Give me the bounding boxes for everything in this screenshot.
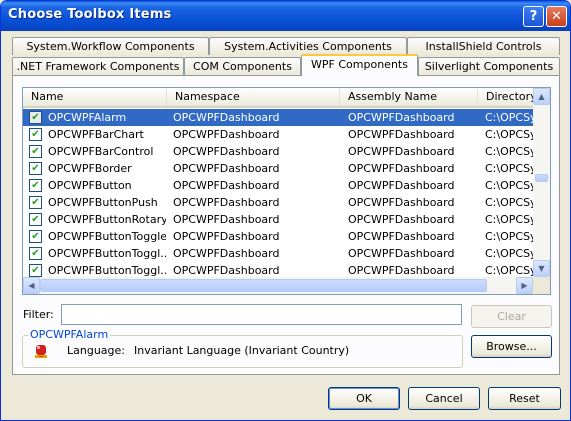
- title-bar[interactable]: Choose Toolbox Items ? ✕: [1, 1, 570, 31]
- component-directory: C:\OPCSy: [485, 196, 533, 209]
- help-button[interactable]: ?: [523, 6, 544, 27]
- tab-com-components[interactable]: COM Components: [184, 57, 301, 75]
- component-namespace: OPCWPFDashboard: [173, 111, 280, 124]
- component-assembly: OPCWPFDashboard: [348, 128, 455, 141]
- component-directory: C:\OPCSy: [485, 162, 533, 175]
- table-row[interactable]: ✔ OPCWPFButtonToggl... OPCWPFDashboard OPCW…: [23, 245, 533, 262]
- language-label: Language:: [67, 344, 125, 357]
- component-directory: C:\OPCSy: [485, 230, 533, 243]
- component-directory: C:\OPCSy: [485, 128, 533, 141]
- row-checkbox[interactable]: ✔: [29, 162, 42, 175]
- horizontal-scroll-thumb[interactable]: [40, 279, 487, 292]
- component-namespace: OPCWPFDashboard: [173, 213, 280, 226]
- component-namespace: OPCWPFDashboard: [173, 247, 280, 260]
- scroll-corner: [533, 277, 550, 294]
- ok-button[interactable]: OK: [328, 387, 400, 410]
- component-name: OPCWPFButtonRotary: [48, 213, 166, 226]
- tab-system-activities[interactable]: System.Activities Components: [209, 37, 407, 55]
- filter-input[interactable]: [61, 304, 462, 325]
- column-header-namespace[interactable]: Namespace: [167, 88, 340, 106]
- row-checkbox[interactable]: ✔: [29, 196, 42, 209]
- table-row[interactable]: ✔ OPCWPFBorder OPCWPFDashboard OPCWPFDashbo…: [23, 160, 533, 177]
- browse-button[interactable]: Browse...: [471, 335, 552, 358]
- component-assembly: OPCWPFDashboard: [348, 162, 455, 175]
- tab-system-workflow[interactable]: System.Workflow Components: [12, 37, 209, 55]
- component-namespace: OPCWPFDashboard: [173, 145, 280, 158]
- component-namespace: OPCWPFDashboard: [173, 179, 280, 192]
- components-list[interactable]: Name Namespace Assembly Name Directory ✔…: [22, 87, 551, 295]
- scroll-down-icon[interactable]: ▼: [533, 260, 550, 277]
- table-row[interactable]: ✔ OPCWPFButtonRotary OPCWPFDashboard OPCWPF…: [23, 211, 533, 228]
- window-title: Choose Toolbox Items: [8, 7, 172, 22]
- component-assembly: OPCWPFDashboard: [348, 247, 455, 260]
- vertical-scrollbar[interactable]: ▲ ▼: [533, 88, 550, 277]
- component-name: OPCWPFButtonToggl...: [48, 247, 166, 260]
- component-assembly: OPCWPFDashboard: [348, 196, 455, 209]
- row-checkbox[interactable]: ✔: [29, 264, 42, 277]
- alarm-icon: [35, 345, 47, 358]
- component-assembly: OPCWPFDashboard: [348, 111, 455, 124]
- row-checkbox[interactable]: ✔: [29, 179, 42, 192]
- component-assembly: OPCWPFDashboard: [348, 213, 455, 226]
- details-title: OPCWPFAlarm: [28, 328, 111, 341]
- table-row[interactable]: ✔ OPCWPFButtonPush OPCWPFDashboard OPCWPFDa…: [23, 194, 533, 211]
- clear-button[interactable]: Clear: [471, 305, 552, 328]
- cancel-button[interactable]: Cancel: [408, 387, 480, 410]
- language-value: Invariant Language (Invariant Country): [134, 344, 350, 357]
- component-directory: C:\OPCSy: [485, 247, 533, 260]
- component-name: OPCWPFButton: [48, 179, 132, 192]
- component-name: OPCWPFButtonPush: [48, 196, 158, 209]
- row-checkbox[interactable]: ✔: [29, 247, 42, 260]
- reset-button[interactable]: Reset: [488, 387, 561, 410]
- row-checkbox[interactable]: ✔: [29, 145, 42, 158]
- component-name: OPCWPFButtonToggle1: [48, 230, 166, 243]
- component-namespace: OPCWPFDashboard: [173, 128, 280, 141]
- component-assembly: OPCWPFDashboard: [348, 179, 455, 192]
- component-namespace: OPCWPFDashboard: [173, 162, 280, 175]
- scroll-left-icon[interactable]: ◀: [23, 277, 40, 294]
- component-namespace: OPCWPFDashboard: [173, 230, 280, 243]
- component-directory: C:\OPCSy: [485, 213, 533, 226]
- scroll-right-icon[interactable]: ▶: [516, 277, 533, 294]
- row-checkbox[interactable]: ✔: [29, 128, 42, 141]
- component-name: OPCWPFBarChart: [48, 128, 144, 141]
- column-header-assembly[interactable]: Assembly Name: [340, 88, 478, 106]
- component-name: OPCWPFAlarm: [48, 111, 127, 124]
- row-checkbox[interactable]: ✔: [29, 230, 42, 243]
- table-row[interactable]: ✔ OPCWPFBarControl OPCWPFDashboard OPCWPFDa…: [23, 143, 533, 160]
- component-directory: C:\OPCSy: [485, 111, 533, 124]
- component-namespace: OPCWPFDashboard: [173, 196, 280, 209]
- component-directory: C:\OPCSy: [485, 145, 533, 158]
- column-header-directory[interactable]: Directory: [478, 88, 538, 106]
- tab-installshield[interactable]: InstallShield Controls: [407, 37, 560, 55]
- table-row[interactable]: ✔ OPCWPFBarChart OPCWPFDashboard OPCWPFDash…: [23, 126, 533, 143]
- row-checkbox[interactable]: ✔: [29, 111, 42, 124]
- filter-label: Filter:: [23, 308, 54, 321]
- scroll-up-icon[interactable]: ▲: [533, 88, 550, 105]
- tab-silverlight[interactable]: Silverlight Components: [418, 57, 560, 75]
- horizontal-scrollbar[interactable]: ◀ ▶: [23, 277, 533, 294]
- component-assembly: OPCWPFDashboard: [348, 230, 455, 243]
- row-checkbox[interactable]: ✔: [29, 213, 42, 226]
- close-button[interactable]: ✕: [546, 6, 567, 27]
- component-name: OPCWPFBarControl: [48, 145, 154, 158]
- tab-wpf-components[interactable]: WPF Components: [301, 54, 418, 76]
- table-row[interactable]: ✔ OPCWPFAlarm OPCWPFDashboard OPCWPFDashboa…: [23, 109, 533, 126]
- tab-dotnet-framework[interactable]: .NET Framework Components: [12, 57, 184, 75]
- vertical-scroll-thumb[interactable]: [535, 174, 548, 182]
- component-directory: C:\OPCSy: [485, 179, 533, 192]
- column-header-name[interactable]: Name: [23, 88, 167, 106]
- component-assembly: OPCWPFDashboard: [348, 145, 455, 158]
- table-row[interactable]: ✔ OPCWPFButton OPCWPFDashboard OPCWPFDashbo…: [23, 177, 533, 194]
- list-header: Name Namespace Assembly Name Directory: [23, 88, 538, 108]
- table-row[interactable]: ✔ OPCWPFButtonToggle1 OPCWPFDashboard OPCWP…: [23, 228, 533, 245]
- component-name: OPCWPFBorder: [48, 162, 132, 175]
